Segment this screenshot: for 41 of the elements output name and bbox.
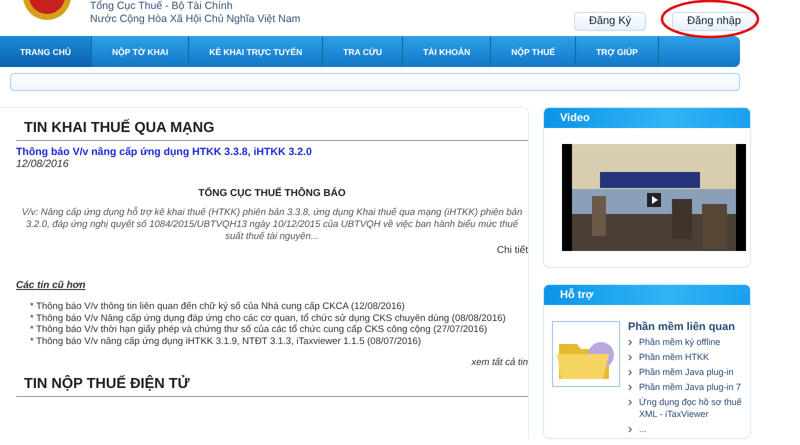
older-news-item[interactable]: * Thông báo V/v thông tin liên quan đến chữ ký số của Nhà cung cấp CKCA (12/08/2016): [16, 301, 528, 312]
older-news-item[interactable]: * Thông báo V/v thời hạn giấy phép và chứng thư số của các tổ chức cung cấp CKS công cộng (27/07/2016): [16, 324, 528, 336]
older-news-item[interactable]: * Thông báo V/v Nâng cấp ứng dụng đáp ứng cho các cơ quan, tổ chức sử dụng CKS chuyên dùng (08/08/2016): [16, 312, 528, 324]
headline-link[interactable]: Thông báo V/v nâng cấp ứng dụng HTKK 3.3.8, iHTKK 3.2.0: [16, 146, 528, 158]
chevron-icon: [628, 354, 633, 361]
nav-tab[interactable]: NỘP TỜ KHAI: [92, 36, 190, 67]
chevron-icon: [628, 399, 633, 406]
chevron-icon: [628, 369, 633, 376]
support-link[interactable]: Ứng dụng đọc hồ sơ thuế XML - iTaxViewer: [628, 396, 742, 420]
folder-icon: [552, 321, 620, 387]
nav-tab[interactable]: TÀI KHOẢN: [403, 36, 492, 67]
older-news-item[interactable]: * Thông báo V/v nâng cấp ứng dụng iHTKK 3.1.9, NTĐT 3.1.3, iTaxviewer 1.1.5 (08/07/2016): [16, 336, 528, 347]
nav-tab[interactable]: TRANG CHỦ: [0, 36, 92, 67]
emblem-logo: [22, 0, 72, 20]
see-all-link[interactable]: xem tất cả tin: [472, 357, 528, 368]
register-button[interactable]: Đăng Ký: [574, 12, 646, 30]
card-title: Video: [544, 108, 750, 128]
chevron-icon: [628, 384, 633, 391]
support-link[interactable]: Phần mềm Java plug-in: [628, 366, 742, 378]
support-link[interactable]: ...: [628, 423, 742, 435]
section-title: TIN NỘP THUẾ ĐIỆN TỬ: [16, 376, 528, 397]
detail-link[interactable]: Chi tiết: [496, 245, 528, 256]
agency-name: Tổng Cục Thuế - Bộ Tài Chính: [90, 0, 234, 13]
nav-tab[interactable]: TRỢ GIÚP: [576, 36, 659, 67]
country-name: Nước Cộng Hòa Xã Hội Chủ Nghĩa Việt Nam: [90, 13, 300, 26]
login-button[interactable]: Đăng nhập: [672, 12, 756, 30]
notice-title: TỔNG CỤC THUẾ THÔNG BÁO: [198, 188, 346, 199]
nav-tab[interactable]: TRA CỨU: [323, 36, 404, 67]
nav-tab[interactable]: NỘP THUẾ: [491, 36, 576, 67]
support-heading: Phần mềm liên quan: [628, 321, 736, 333]
news-date: 12/08/2016: [16, 158, 70, 170]
nav-tab[interactable]: KÊ KHAI TRỰC TUYẾN: [189, 36, 324, 67]
support-link[interactable]: Phần mềm ký offline: [628, 336, 742, 348]
news-summary: V/v: Nâng cấp ứng dụng hỗ trợ kê khai thuế (HTKK) phiên bản 3.3.8, ứng dụng Khai thuế qua mạng (iHTKK) phiên bản 3.2.0, đáp ứng nghị quyết số 1084/2015/UBTVQH13 ngày 10/12/2015 của UBTVQH về việc ban hành biểu mức thuế suất thuế tài nguyên...: [20, 207, 524, 243]
chevron-icon: [628, 426, 633, 433]
section-title: TIN KHAI THUẾ QUA MẠNG: [16, 120, 528, 141]
older-news-link[interactable]: Các tin cũ hơn: [16, 280, 86, 291]
support-link[interactable]: Phần mềm Java plug-in 7: [628, 381, 742, 393]
chevron-icon: [628, 339, 633, 346]
support-link[interactable]: Phần mềm HTKK: [628, 351, 742, 363]
card-title: Hỗ trợ: [544, 285, 750, 305]
